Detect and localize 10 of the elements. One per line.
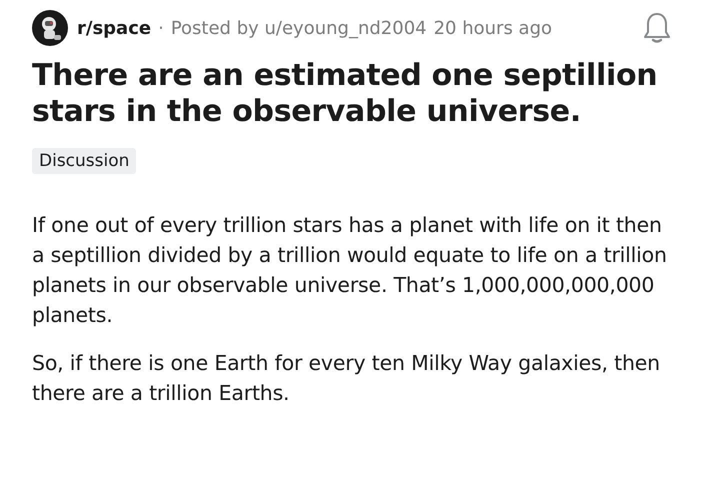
separator-dot: ·	[158, 18, 164, 38]
post-time: 20 hours ago	[434, 18, 552, 38]
notification-bell-icon[interactable]	[642, 11, 672, 45]
post-paragraph: So, if there is one Earth for every ten Milky Way galaxies, then there are a trillion Earths.	[32, 350, 661, 407]
subreddit-avatar-icon[interactable]	[32, 10, 68, 46]
post-title: There are an estimated one septillion stars in the observable universe.	[32, 58, 658, 130]
posted-by-text: Posted by u/eyoung_nd2004	[170, 18, 427, 38]
flair-tag[interactable]: Discussion	[32, 148, 136, 174]
subreddit-link[interactable]: r/space	[77, 18, 152, 38]
post-paragraph: If one out of every trillion stars has a planet with life on it then a septillion divided by a trillion would equate to life on a trillion planets in our observable universe. That’s 1,000,000,000,000 planets.	[32, 212, 668, 329]
